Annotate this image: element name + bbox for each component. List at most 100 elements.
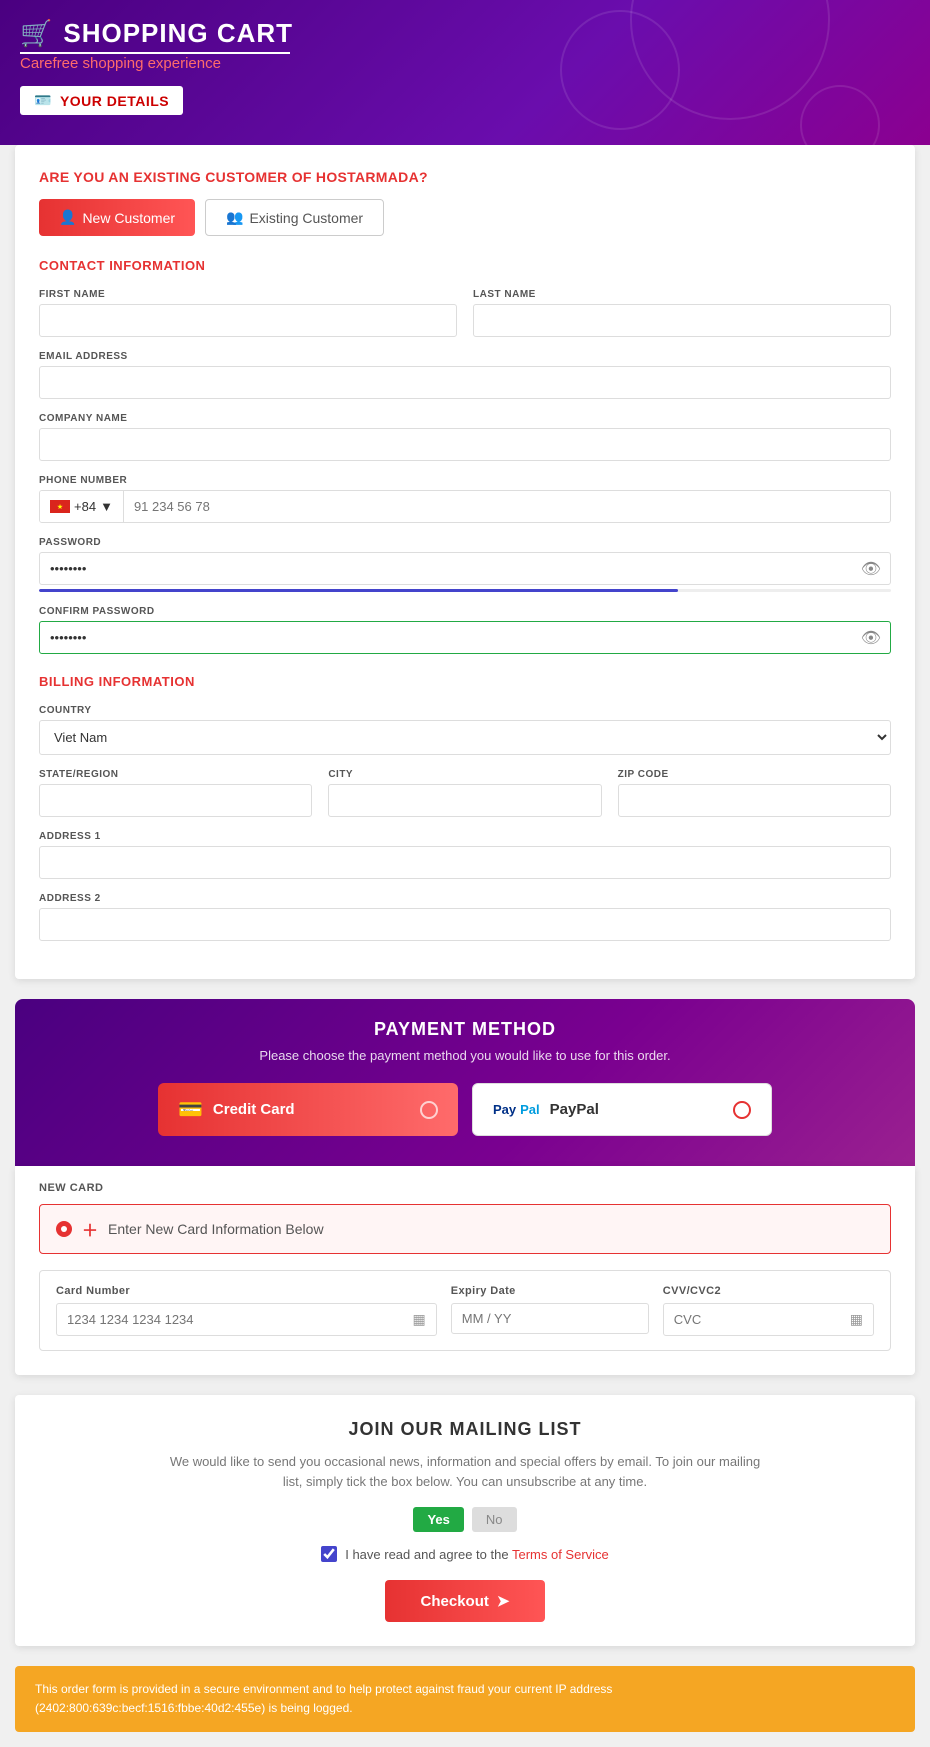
existing-customer-button[interactable]: 👥 Existing Customer	[205, 199, 384, 236]
phone-country-code: +84	[74, 499, 96, 514]
enter-card-plus-icon: ＋	[82, 1217, 98, 1241]
new-card-label: NEW CARD	[39, 1182, 891, 1194]
security-bar: This order form is provided in a secure …	[15, 1666, 915, 1732]
phone-wrapper: +84 ▼	[39, 490, 891, 523]
expiry-input[interactable]	[462, 1311, 638, 1326]
address1-input[interactable]	[39, 846, 891, 879]
country-select[interactable]: Viet Nam	[39, 720, 891, 755]
cvv-wrapper: ▦	[663, 1303, 874, 1336]
paypal-radio	[733, 1101, 751, 1119]
existing-customer-icon: 👥	[226, 209, 243, 226]
email-row: EMAIL ADDRESS	[39, 351, 891, 399]
zip-input[interactable]	[618, 784, 891, 817]
security-line2: (2402:800:639c:becf:1516:fbbe:40d2:455e)…	[35, 1699, 895, 1718]
phone-prefix[interactable]: +84 ▼	[40, 491, 124, 522]
address1-group: ADDRESS 1	[39, 831, 891, 879]
phone-group: PHONE NUMBER +84 ▼	[39, 475, 891, 523]
country-label: COUNTRY	[39, 705, 891, 716]
cvv-field: CVV/CVC2 ▦	[663, 1285, 874, 1336]
tos-row: I have read and agree to the Terms of Se…	[39, 1546, 891, 1562]
last-name-input[interactable]	[473, 304, 891, 337]
paypal-logo: PayPal	[493, 1102, 540, 1117]
company-row: COMPANY NAME	[39, 413, 891, 461]
state-input[interactable]	[39, 784, 312, 817]
password-strength-fill	[39, 589, 678, 592]
security-line1: This order form is provided in a secure …	[35, 1680, 895, 1699]
expiry-wrapper	[451, 1303, 649, 1334]
cvv-label: CVV/CVC2	[663, 1285, 874, 1297]
tos-text: I have read and agree to the Terms of Se…	[345, 1547, 609, 1562]
checkout-button[interactable]: Checkout ➤	[385, 1580, 546, 1622]
enter-card-row[interactable]: ＋ Enter New Card Information Below	[39, 1204, 891, 1254]
credit-card-label: Credit Card	[213, 1101, 295, 1118]
country-row: COUNTRY Viet Nam	[39, 705, 891, 755]
confirm-password-input[interactable]	[39, 621, 891, 654]
mailing-description: We would like to send you occasional new…	[165, 1452, 765, 1491]
address2-row: ADDRESS 2	[39, 893, 891, 941]
new-customer-button[interactable]: 👤 New Customer	[39, 199, 195, 236]
confirm-password-eye-icon[interactable]: 👁	[861, 628, 881, 648]
email-group: EMAIL ADDRESS	[39, 351, 891, 399]
address2-input[interactable]	[39, 908, 891, 941]
email-label: EMAIL ADDRESS	[39, 351, 891, 362]
state-city-zip-row: STATE/REGION CITY ZIP CODE	[39, 769, 891, 817]
credit-card-option[interactable]: 💳 Credit Card	[158, 1083, 458, 1136]
payment-method-section: PAYMENT METHOD Please choose the payment…	[15, 999, 915, 1166]
mailing-no-button[interactable]: No	[472, 1507, 517, 1532]
password-label: PASSWORD	[39, 537, 891, 548]
name-row: FIRST NAME LAST NAME	[39, 289, 891, 337]
email-input[interactable]	[39, 366, 891, 399]
expiry-label: Expiry Date	[451, 1285, 649, 1297]
company-group: COMPANY NAME	[39, 413, 891, 461]
first-name-group: FIRST NAME	[39, 289, 457, 337]
mailing-yes-button[interactable]: Yes	[413, 1507, 463, 1532]
cvv-input[interactable]	[674, 1312, 850, 1327]
main-form-card: ARE YOU AN EXISTING CUSTOMER OF HOSTARMA…	[15, 145, 915, 979]
mailing-toggle-wrapper: Yes No	[39, 1507, 891, 1532]
address1-row: ADDRESS 1	[39, 831, 891, 879]
payment-subtitle: Please choose the payment method you wou…	[39, 1048, 891, 1063]
confirm-password-label: CONFIRM PASSWORD	[39, 606, 891, 617]
new-card-section: NEW CARD ＋ Enter New Card Information Be…	[15, 1166, 915, 1375]
cart-icon: 🛒	[20, 18, 53, 49]
company-input[interactable]	[39, 428, 891, 461]
checkout-arrow-icon: ➤	[497, 1592, 510, 1610]
customer-type-buttons: 👤 New Customer 👥 Existing Customer	[39, 199, 891, 236]
card-number-label: Card Number	[56, 1285, 437, 1297]
phone-input[interactable]	[124, 491, 890, 522]
confirm-password-wrapper: 👁	[39, 621, 891, 654]
card-number-wrapper: ▦	[56, 1303, 437, 1336]
billing-section: BILLING INFORMATION COUNTRY Viet Nam STA…	[39, 674, 891, 941]
cvv-icon: ▦	[850, 1311, 863, 1328]
password-row: PASSWORD 👁	[39, 537, 891, 592]
credit-card-radio	[420, 1101, 438, 1119]
credit-card-icon: 💳	[178, 1097, 203, 1122]
new-customer-icon: 👤	[59, 209, 76, 226]
page-title: 🛒 SHOPPING CART	[20, 18, 910, 49]
password-eye-icon[interactable]: 👁	[861, 559, 881, 579]
password-input[interactable]	[39, 552, 891, 585]
card-number-icon: ▦	[413, 1311, 426, 1328]
city-input[interactable]	[328, 784, 601, 817]
your-details-label: YOUR DETAILS	[60, 93, 169, 109]
card-number-field: Card Number ▦	[56, 1285, 437, 1336]
expiry-field: Expiry Date	[451, 1285, 649, 1336]
confirm-password-row: CONFIRM PASSWORD 👁	[39, 606, 891, 654]
phone-row: PHONE NUMBER +84 ▼	[39, 475, 891, 523]
tos-checkbox[interactable]	[321, 1546, 337, 1562]
zip-group: ZIP CODE	[618, 769, 891, 817]
paypal-option[interactable]: PayPal PayPal	[472, 1083, 772, 1136]
mailing-section: JOIN OUR MAILING LIST We would like to s…	[15, 1395, 915, 1646]
dropdown-arrow: ▼	[100, 499, 113, 514]
address2-label: ADDRESS 2	[39, 893, 891, 904]
first-name-input[interactable]	[39, 304, 457, 337]
address1-label: ADDRESS 1	[39, 831, 891, 842]
country-group: COUNTRY Viet Nam	[39, 705, 891, 755]
card-number-input[interactable]	[67, 1312, 413, 1327]
first-name-label: FIRST NAME	[39, 289, 457, 300]
state-label: STATE/REGION	[39, 769, 312, 780]
flag-vn	[50, 500, 70, 513]
tos-link[interactable]: Terms of Service	[512, 1547, 609, 1562]
enter-card-radio	[56, 1221, 72, 1237]
payment-options: 💳 Credit Card PayPal PayPal	[39, 1083, 891, 1136]
